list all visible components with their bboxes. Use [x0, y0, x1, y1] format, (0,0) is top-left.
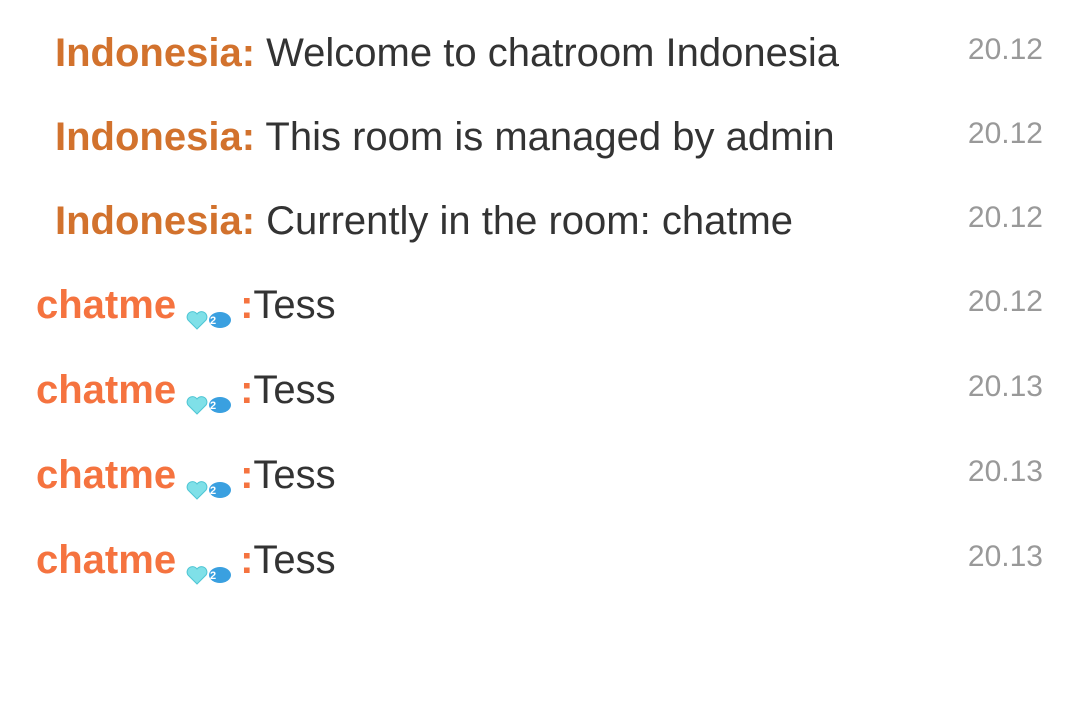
message-line: chatme 2:Tess — [36, 365, 336, 416]
message-time: 20.12 — [967, 285, 1043, 318]
sender-name[interactable]: chatme — [36, 368, 176, 412]
message-text: Tess — [253, 538, 336, 582]
chat-message[interactable]: Indonesia: Currently in the room: chatme… — [0, 168, 1079, 252]
message-line: Indonesia: Currently in the room: chatme — [55, 196, 793, 246]
message-text: Welcome to chatroom Indonesia — [255, 31, 840, 75]
message-time: 20.13 — [967, 370, 1043, 403]
message-separator: : — [240, 368, 254, 412]
chat-message[interactable]: chatme 2:Tess 20.13 — [0, 337, 1079, 421]
message-text: Tess — [253, 453, 336, 497]
badge-level: 2 — [210, 315, 216, 327]
message-time: 20.12 — [967, 117, 1043, 150]
message-text: Currently in the room: chatme — [255, 199, 794, 243]
message-text: Tess — [253, 283, 336, 327]
chat-message[interactable]: chatme 2:Tess 20.13 — [0, 507, 1079, 591]
level-badge-icon: 2 — [186, 463, 234, 501]
level-badge-icon: 2 — [186, 548, 234, 586]
message-time: 20.13 — [967, 540, 1043, 573]
chat-message[interactable]: Indonesia: This room is managed by admin… — [0, 84, 1079, 168]
chat-log: Indonesia: Welcome to chatroom Indonesia… — [0, 0, 1079, 703]
badge-level: 2 — [210, 570, 216, 582]
badge-level: 2 — [210, 400, 216, 412]
message-text: Tess — [253, 368, 336, 412]
sender-name[interactable]: chatme — [36, 453, 176, 497]
message-line: chatme 2:Tess — [36, 280, 336, 331]
level-badge-icon: 2 — [186, 378, 234, 416]
message-time: 20.12 — [967, 201, 1043, 234]
message-separator: : — [240, 283, 254, 327]
chat-message[interactable]: chatme 2:Tess 20.13 — [0, 422, 1079, 506]
chat-message[interactable]: chatme 2:Tess 20.12 — [0, 252, 1079, 336]
level-badge-icon: 2 — [186, 293, 234, 331]
sender-name[interactable]: Indonesia: — [55, 31, 255, 75]
message-time: 20.12 — [967, 33, 1043, 66]
message-time: 20.13 — [967, 455, 1043, 488]
message-separator: : — [240, 453, 254, 497]
sender-name[interactable]: Indonesia: — [55, 115, 255, 159]
message-line: Indonesia: This room is managed by admin — [55, 112, 835, 162]
message-separator: : — [240, 538, 254, 582]
sender-name[interactable]: chatme — [36, 538, 176, 582]
sender-name[interactable]: chatme — [36, 283, 176, 327]
message-text: This room is managed by admin — [255, 115, 835, 159]
badge-level: 2 — [210, 485, 216, 497]
message-line: chatme 2:Tess — [36, 450, 336, 501]
message-line: Indonesia: Welcome to chatroom Indonesia — [55, 28, 839, 78]
chat-message[interactable]: Indonesia: Welcome to chatroom Indonesia… — [0, 0, 1079, 84]
message-line: chatme 2:Tess — [36, 535, 336, 586]
sender-name[interactable]: Indonesia: — [55, 199, 255, 243]
